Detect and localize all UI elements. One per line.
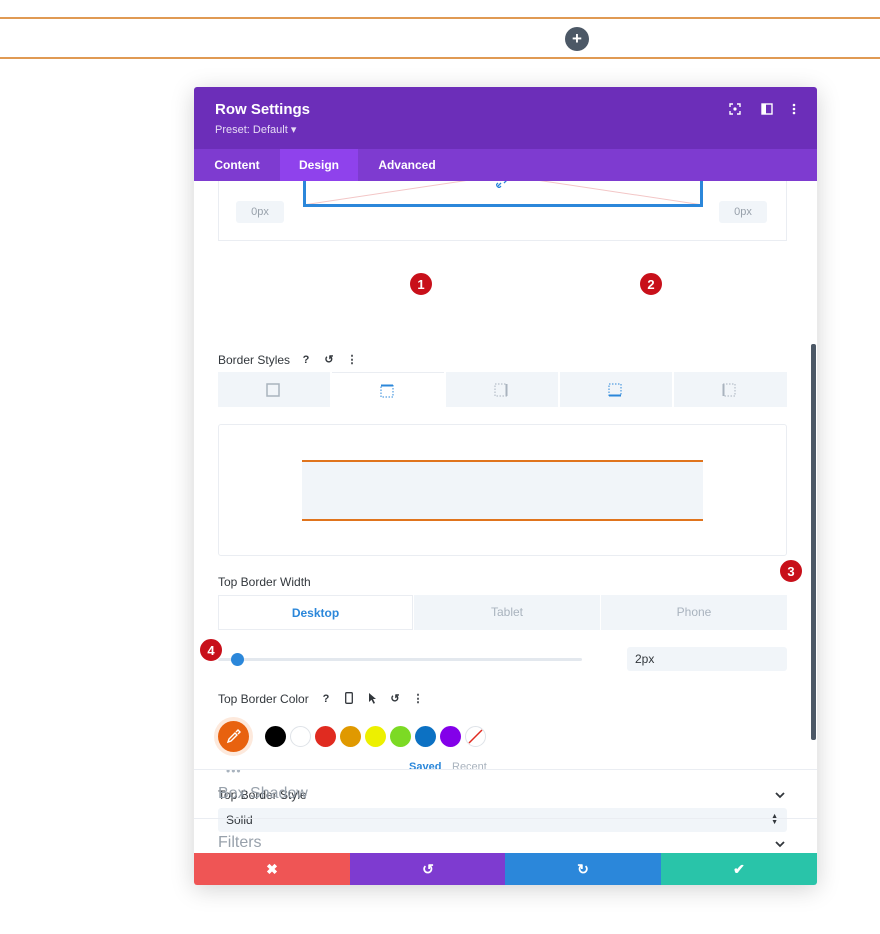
modal-header: Row Settings Preset: Default ▾: [194, 87, 817, 149]
options-icon[interactable]: ⋮: [411, 692, 425, 706]
tab-desktop[interactable]: Desktop: [218, 595, 413, 630]
swatch-purple[interactable]: [440, 726, 461, 747]
select-arrows-icon: ▲ ▼: [771, 813, 778, 826]
reset-icon[interactable]: ↺: [388, 692, 402, 706]
swatch-yellow[interactable]: [365, 726, 386, 747]
recent-colors-link[interactable]: Recent: [452, 761, 487, 773]
border-style-value: Solid: [226, 813, 253, 827]
top-border-color-label: Top Border Color: [218, 692, 309, 706]
width-slider-track[interactable]: [218, 658, 582, 661]
all-borders-icon: [266, 383, 280, 397]
tab-tablet[interactable]: Tablet: [414, 595, 600, 630]
reset-icon[interactable]: ↺: [322, 353, 336, 367]
spacing-right-input[interactable]: 0px: [719, 201, 767, 223]
mobile-icon[interactable]: [342, 692, 356, 706]
tab-top-border[interactable]: [332, 372, 444, 407]
redo-icon: ↻: [577, 861, 589, 877]
modal-title: Row Settings: [215, 101, 311, 118]
divider: [194, 769, 817, 770]
annotation-badge: 1: [409, 272, 433, 296]
link-icon[interactable]: [495, 181, 508, 189]
scrollbar[interactable]: [811, 344, 816, 740]
swatch-black[interactable]: [265, 726, 286, 747]
border-side-tabs: [218, 372, 787, 407]
swatch-green[interactable]: [390, 726, 411, 747]
section-band: [0, 17, 880, 59]
cursor-icon[interactable]: [365, 692, 379, 706]
swatch-white[interactable]: [290, 726, 311, 747]
box-shadow-toggle[interactable]: Box Shadow: [218, 785, 308, 803]
swatch-orange[interactable]: [340, 726, 361, 747]
help-icon[interactable]: ?: [319, 692, 333, 706]
bottom-border-icon: [608, 383, 622, 397]
redo-button[interactable]: ↻: [505, 853, 661, 885]
save-button[interactable]: ✔: [661, 853, 817, 885]
row-settings-modal: Row Settings Preset: Default ▾ Content D…: [194, 87, 817, 885]
tab-advanced[interactable]: Advanced: [358, 149, 456, 181]
check-icon: ✔: [733, 861, 745, 877]
annotation-badge: 3: [779, 559, 803, 583]
width-value-input[interactable]: 2px: [627, 647, 787, 671]
preset-dropdown[interactable]: Preset: Default ▾: [215, 123, 296, 136]
undo-icon: ↺: [422, 861, 434, 877]
divider: [194, 818, 817, 819]
top-border-width-label: Top Border Width: [218, 575, 311, 589]
help-icon[interactable]: ?: [299, 353, 313, 367]
border-styles-label: Border Styles: [218, 353, 291, 367]
right-border-icon: [494, 383, 508, 397]
tab-all-borders[interactable]: [218, 372, 330, 407]
cancel-button[interactable]: ✖: [194, 853, 350, 885]
border-preview-box: [302, 460, 703, 521]
tab-phone[interactable]: Phone: [601, 595, 787, 630]
undo-button[interactable]: ↺: [350, 853, 506, 885]
tab-left-border[interactable]: [674, 372, 787, 407]
top-border-icon: [380, 384, 394, 398]
swatch-blue[interactable]: [415, 726, 436, 747]
fullscreen-icon[interactable]: [727, 103, 743, 119]
sidebar-icon[interactable]: [759, 103, 775, 119]
chevron-down-icon[interactable]: [773, 788, 787, 802]
plus-icon: +: [572, 29, 582, 48]
settings-tabs: Content Design Advanced: [194, 149, 817, 181]
swatch-red[interactable]: [315, 726, 336, 747]
close-icon: ✖: [266, 861, 278, 877]
border-style-select[interactable]: Solid ▲ ▼: [218, 808, 787, 832]
page: + Row Settings Preset: Default ▾ Content…: [0, 0, 880, 934]
width-slider-thumb[interactable]: [231, 653, 244, 666]
tab-content[interactable]: Content: [194, 149, 280, 181]
spacing-preview: 0px 0px: [218, 181, 787, 241]
tab-right-border[interactable]: [446, 372, 558, 407]
swatch-none[interactable]: [465, 726, 486, 747]
border-preview: [218, 424, 787, 556]
more-colors-icon[interactable]: •••: [226, 764, 242, 778]
settings-body: 0px 0px Border Styles ? ↺ ⋮ Top Border W…: [194, 181, 817, 853]
saved-colors-link[interactable]: Saved: [409, 761, 441, 773]
left-border-icon: [722, 383, 736, 397]
modal-footer: ✖ ↺ ↻ ✔: [194, 853, 817, 885]
spacing-left-input[interactable]: 0px: [236, 201, 284, 223]
eyedropper-icon: [226, 729, 241, 744]
tab-design[interactable]: Design: [280, 149, 358, 181]
add-section-button[interactable]: +: [565, 27, 589, 51]
device-tabs: Desktop Tablet Phone: [218, 595, 787, 630]
annotation-badge: 2: [639, 272, 663, 296]
no-color-icon: [468, 729, 483, 744]
more-icon[interactable]: [786, 103, 802, 119]
color-picker-button[interactable]: [218, 721, 249, 752]
annotation-badge: 4: [199, 638, 223, 662]
tab-bottom-border[interactable]: [560, 372, 672, 407]
options-icon[interactable]: ⋮: [345, 353, 359, 367]
chevron-down-icon[interactable]: [773, 837, 787, 851]
filters-toggle[interactable]: Filters: [218, 834, 262, 852]
